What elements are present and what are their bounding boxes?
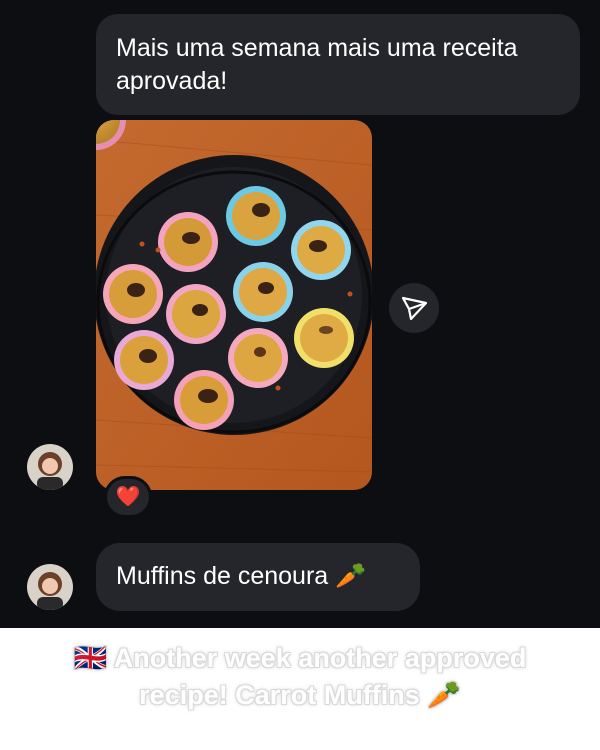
message-bubble[interactable]: Muffins de cenoura 🥕 xyxy=(96,543,420,611)
muffins-overlay xyxy=(103,186,354,430)
caption-text: 🇬🇧 Another week another approved recipe!… xyxy=(73,643,527,710)
share-button[interactable] xyxy=(389,283,439,333)
message-text: Muffins de cenoura 🥕 xyxy=(116,562,367,590)
avatar[interactable] xyxy=(27,444,73,490)
heart-icon: ❤️ xyxy=(115,486,141,508)
reaction-badge[interactable]: ❤️ xyxy=(104,476,152,518)
send-icon xyxy=(401,296,428,321)
message-bubble[interactable]: Mais uma semana mais uma receita aprovad… xyxy=(96,14,580,115)
message-photo[interactable] xyxy=(96,120,372,490)
chat-screen: Mais uma semana mais uma receita aprovad… xyxy=(0,0,600,628)
avatar[interactable] xyxy=(27,564,73,610)
message-text: Mais uma semana mais uma receita aprovad… xyxy=(116,34,518,95)
